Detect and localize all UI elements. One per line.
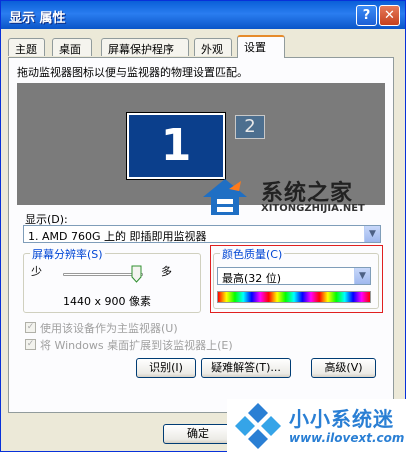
watermark2-site-name: 小小系统迷 (289, 407, 394, 431)
resolution-value: 1440 x 900 像素 (63, 295, 151, 308)
display-properties-window: 显示 属性 ? ✕ 主题 桌面 屏幕保护程序 外观 设置 拖动监视器图标以便与监… (0, 0, 406, 453)
title-bar[interactable]: 显示 属性 ? ✕ (1, 1, 405, 29)
tab-themes[interactable]: 主题 (8, 38, 45, 56)
troubleshoot-button[interactable]: 疑难解答(T)... (201, 358, 291, 378)
identify-button[interactable]: 识别(I) (136, 358, 196, 378)
help-button[interactable]: ? (356, 5, 377, 26)
primary-monitor-checkbox[interactable]: ✓ (25, 322, 36, 333)
house-logo-icon (203, 179, 247, 215)
tab-screensaver[interactable]: 屏幕保护程序 (101, 38, 189, 56)
monitor-1-icon[interactable]: 1 (126, 112, 226, 180)
help-icon: ? (362, 8, 371, 23)
primary-monitor-label: 使用该设备作为主监视器(U) (40, 322, 178, 335)
monitor-2-icon[interactable]: 2 (235, 115, 265, 139)
window-title: 显示 属性 (9, 11, 66, 26)
advanced-button[interactable]: 高级(V) (311, 358, 376, 378)
tab-desktop[interactable]: 桌面 (52, 38, 92, 56)
watermark-site-domain: XITONGZHIJIA.NET (261, 203, 365, 214)
diamond-logo-icon (235, 403, 281, 449)
extend-desktop-label: 将 Windows 桌面扩展到该监视器上(E) (40, 339, 233, 352)
highlight-box (210, 245, 383, 313)
ok-button[interactable]: 确定 (163, 424, 233, 444)
close-icon: ✕ (384, 8, 395, 23)
monitor-instruction: 拖动监视器图标以便与监视器的物理设置匹配。 (17, 66, 248, 79)
resolution-group-title: 屏幕分辨率(S) (30, 246, 105, 262)
watermark-ilovext: 小小系统迷 www.ilovext.com (227, 399, 406, 453)
tab-appearance[interactable]: 外观 (194, 38, 232, 56)
extend-desktop-checkbox[interactable]: ✓ (25, 339, 36, 350)
display-select[interactable]: 1. AMD 760G 上的 即插即用监视器 ▼ (23, 225, 381, 243)
resolution-slider-thumb[interactable] (131, 265, 142, 283)
chevron-down-icon[interactable]: ▼ (364, 226, 380, 242)
display-select-value: 1. AMD 760G 上的 即插即用监视器 (28, 230, 207, 243)
resolution-more-label: 多 (161, 265, 172, 278)
tab-settings[interactable]: 设置 (237, 35, 285, 58)
watermark-xitongzhijia: 系统之家 XITONGZHIJIA.NET (201, 173, 397, 221)
resolution-less-label: 少 (31, 265, 42, 278)
watermark2-site-url: www.ilovext.com (289, 431, 405, 445)
close-button[interactable]: ✕ (379, 5, 400, 26)
